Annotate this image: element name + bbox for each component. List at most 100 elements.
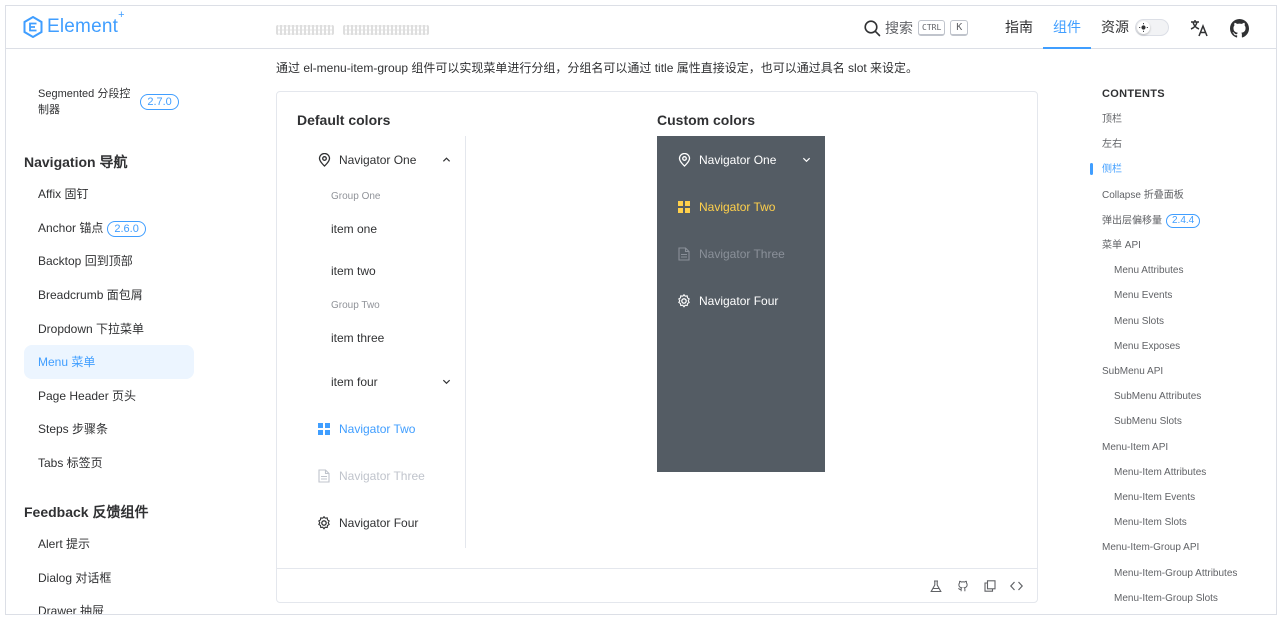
- toc-item[interactable]: Menu-Item Slots: [1114, 516, 1187, 529]
- demo-toolbar: [277, 568, 1037, 602]
- submenu-item-four[interactable]: item four: [297, 358, 465, 405]
- toc-item-label: SubMenu Slots: [1114, 416, 1182, 428]
- menu-item-three[interactable]: item three: [297, 314, 465, 361]
- toc-item[interactable]: Menu Exposes: [1114, 340, 1180, 353]
- sidebar-item-drawer[interactable]: Drawer 抽屉: [24, 594, 194, 614]
- toc-item[interactable]: SubMenu API: [1102, 365, 1163, 378]
- toc-item-label: Menu Attributes: [1114, 265, 1184, 277]
- toc-item-label: Menu-Item Events: [1114, 492, 1196, 503]
- toc-active-marker: [1090, 163, 1093, 175]
- document-icon: [677, 246, 691, 261]
- sidebar-item-tabs[interactable]: Tabs 标签页: [24, 446, 194, 480]
- toc-item[interactable]: Menu-Item-Group Slots: [1114, 592, 1218, 605]
- toc-item[interactable]: Menu-Item API: [1102, 441, 1168, 454]
- menu-item-label: Navigator Three: [339, 468, 425, 483]
- playground-flask-icon[interactable]: [929, 579, 943, 593]
- sidebar-item-menu[interactable]: Menu 菜单: [24, 345, 194, 379]
- toc-item-label: SubMenu Attributes: [1114, 391, 1202, 403]
- submenu-navigator-one[interactable]: Navigator One: [657, 136, 825, 183]
- toc-item[interactable]: 弹出层偏移量 2.4.4: [1102, 213, 1201, 228]
- toc-heading: CONTENTS: [1102, 88, 1165, 100]
- kbd-ctrl: CTRL: [918, 20, 946, 36]
- theme-toggle[interactable]: [1135, 19, 1169, 36]
- toc-item[interactable]: Menu-Item Attributes: [1114, 466, 1206, 479]
- sidebar-group-navigation: Navigation 导航: [24, 154, 128, 170]
- toc-item[interactable]: Menu Slots: [1114, 315, 1164, 328]
- sidebar-item-anchor[interactable]: Anchor 锚点 2.6.0: [24, 211, 194, 245]
- gear-icon: [677, 293, 691, 308]
- menu-item-one[interactable]: item one: [297, 205, 465, 252]
- toc-item[interactable]: Menu-Item-Group Attributes: [1114, 567, 1237, 580]
- default-menu: Navigator One Group One item one item tw…: [297, 136, 466, 548]
- custom-colors-title: Custom colors: [657, 112, 756, 128]
- document-icon: [317, 468, 331, 483]
- sun-icon: [1137, 21, 1150, 34]
- sidebar-item-label: 制器: [38, 104, 60, 116]
- toc-item[interactable]: 侧栏: [1102, 163, 1122, 176]
- menu-item-label: Navigator One: [699, 152, 777, 167]
- translate-icon[interactable]: [1188, 17, 1210, 39]
- github-icon[interactable]: [956, 579, 970, 593]
- sidebar-group-feedback: Feedback 反馈组件: [24, 504, 149, 520]
- menu-item-navigator-four[interactable]: Navigator Four: [297, 499, 465, 546]
- logo[interactable]: Element+: [23, 9, 125, 39]
- sidebar-item-affix[interactable]: Affix 固钉: [24, 177, 194, 211]
- github-icon[interactable]: [1228, 17, 1250, 39]
- toc-item-label: Menu-Item-Group Attributes: [1114, 567, 1238, 579]
- element-logo-icon: [23, 16, 43, 38]
- sidebar-item-page-header[interactable]: Page Header 页头: [24, 379, 194, 413]
- code-icon[interactable]: [1009, 579, 1023, 593]
- toc-item[interactable]: Menu Events: [1114, 289, 1172, 302]
- toc-item-label: 弹出层偏移量: [1102, 215, 1162, 227]
- section-description: 通过 el-menu-item-group 组件可以实现菜单进行分组，分组名可以…: [276, 61, 919, 75]
- menu-item-label: Navigator Three: [699, 246, 785, 261]
- toc-item[interactable]: SubMenu Slots: [1114, 415, 1182, 428]
- toc-item[interactable]: Menu-Item Events: [1114, 491, 1195, 504]
- blurred-banner: [343, 25, 429, 35]
- toc-item[interactable]: Menu Attributes: [1114, 264, 1183, 277]
- default-colors-title: Default colors: [297, 112, 391, 128]
- toc-item-label: Menu Events: [1114, 290, 1173, 302]
- sidebar-item-dropdown[interactable]: Dropdown 下拉菜单: [24, 312, 194, 346]
- submenu-navigator-one[interactable]: Navigator One: [297, 136, 465, 183]
- toc-item-label: 左右: [1102, 139, 1122, 151]
- toc-item[interactable]: Collapse 折叠面板: [1102, 189, 1184, 202]
- toc-item[interactable]: 左右: [1102, 138, 1122, 151]
- sidebar-item-dialog[interactable]: Dialog 对话框: [24, 561, 194, 595]
- toc-item-label: Menu Exposes: [1114, 340, 1181, 352]
- browser-frame: Element+ 搜索 CTRL K 指南 组件 资源 Segmented 分段…: [5, 5, 1277, 615]
- search-button[interactable]: 搜索 CTRL K: [864, 17, 969, 39]
- sidebar-item-steps[interactable]: Steps 步骤条: [24, 412, 194, 446]
- sidebar: Segmented 分段控 制器 2.7.0 Navigation 导航 Aff…: [6, 50, 206, 614]
- menu-item-navigator-three: Navigator Three: [657, 230, 825, 277]
- toc-item[interactable]: SubMenu Attributes: [1114, 390, 1201, 403]
- menu-item-navigator-two[interactable]: Navigator Two: [657, 183, 825, 230]
- toc-item-label: 顶栏: [1102, 114, 1122, 125]
- sidebar-item-alert[interactable]: Alert 提示: [24, 527, 194, 561]
- toc-item[interactable]: Menu-Item-Group API: [1102, 541, 1199, 554]
- copy-icon[interactable]: [983, 579, 997, 593]
- menu-item-label: item four: [331, 374, 378, 389]
- sidebar-item-label: Segmented 分段控: [38, 88, 131, 100]
- location-icon: [677, 152, 691, 167]
- gear-icon: [317, 515, 331, 530]
- top-nav: 指南 组件 资源: [995, 6, 1139, 49]
- sidebar-item-breadcrumb[interactable]: Breadcrumb 面包屑: [24, 278, 194, 312]
- menu-item-label: Navigator Two: [339, 421, 416, 436]
- chevron-down-icon: [442, 379, 451, 384]
- sidebar-item-segmented[interactable]: Segmented 分段控 制器 2.7.0: [38, 86, 198, 118]
- toc-item[interactable]: 顶栏: [1102, 113, 1122, 126]
- toc-item-label: Menu-Item-Group Slots: [1114, 592, 1218, 604]
- toc-item-label: Menu-Item-Group API: [1102, 542, 1200, 554]
- menu-item-navigator-four[interactable]: Navigator Four: [657, 277, 825, 324]
- nav-resources[interactable]: 资源: [1091, 6, 1139, 49]
- toc-item-label: Menu-Item Attributes: [1114, 466, 1207, 478]
- nav-guide[interactable]: 指南: [995, 6, 1043, 49]
- menu-item-navigator-two[interactable]: Navigator Two: [297, 405, 465, 452]
- sidebar-item-backtop[interactable]: Backtop 回到顶部: [24, 244, 194, 278]
- toc-item-label: Menu Slots: [1114, 315, 1165, 327]
- menu-item-navigator-three: Navigator Three: [297, 452, 465, 499]
- toc-item[interactable]: 菜单 API: [1102, 239, 1141, 252]
- nav-components[interactable]: 组件: [1043, 6, 1091, 49]
- menu-item-two[interactable]: item two: [297, 247, 465, 294]
